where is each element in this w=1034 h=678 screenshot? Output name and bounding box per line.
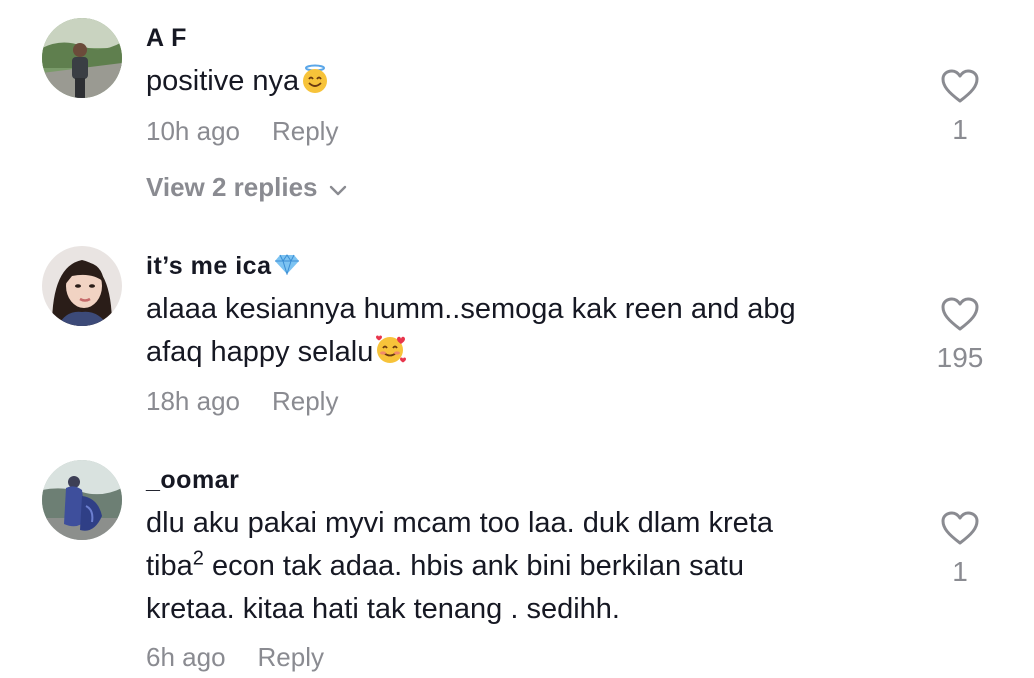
gem-emoji <box>273 253 301 282</box>
reply-button[interactable]: Reply <box>272 386 338 416</box>
username[interactable]: A F <box>146 24 187 53</box>
comment-meta: 18h ago Reply <box>146 386 338 417</box>
like-button[interactable] <box>936 510 984 546</box>
like-count: 1 <box>952 114 968 145</box>
comment-text: dlu aku pakai myvi mcam too laa. duk dla… <box>146 507 773 625</box>
like-count: 1 <box>952 556 968 587</box>
timestamp: 10h ago <box>146 116 240 146</box>
timestamp: 18h ago <box>146 386 240 416</box>
timestamp: 6h ago <box>146 642 226 672</box>
like-count: 195 <box>936 342 984 373</box>
username[interactable]: _oomar <box>146 466 239 495</box>
avatar[interactable] <box>42 18 122 98</box>
view-replies-button[interactable]: View 2 replies <box>146 172 348 203</box>
chevron-down-icon <box>329 185 346 196</box>
heart-icon <box>941 511 979 545</box>
heart-icon <box>941 297 979 331</box>
halo-smile-emoji <box>300 64 330 107</box>
avatar[interactable] <box>42 460 122 540</box>
comment-meta: 10h ago Reply <box>146 116 338 147</box>
like-button[interactable] <box>936 296 984 332</box>
username[interactable]: it’s me ica <box>146 252 301 282</box>
heart-icon <box>941 69 979 103</box>
comment-text: positive nya <box>146 60 906 107</box>
like-button[interactable] <box>936 68 984 104</box>
comment-text: alaaa kesiannya humm..semoga kak reen an… <box>146 288 906 378</box>
reply-button[interactable]: Reply <box>272 116 338 146</box>
comment-meta: 6h ago Reply <box>146 642 324 673</box>
avatar[interactable] <box>42 246 122 326</box>
reply-button[interactable]: Reply <box>258 642 324 672</box>
smiling-face-with-hearts-emoji <box>374 333 408 378</box>
